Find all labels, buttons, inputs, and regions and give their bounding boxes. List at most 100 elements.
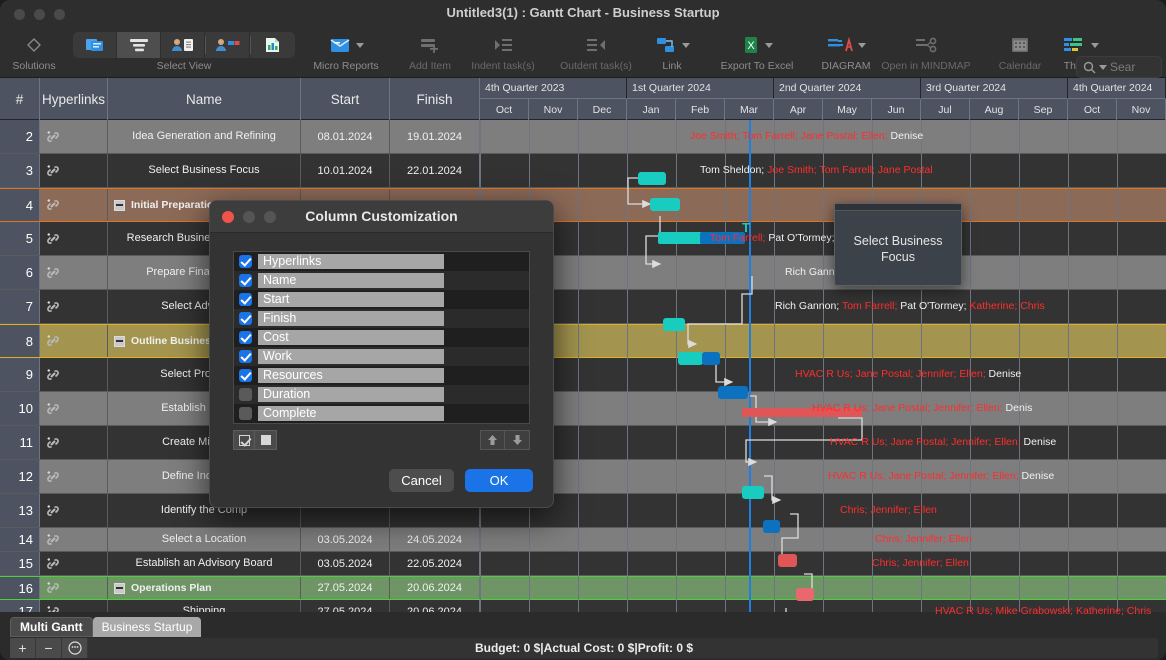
- column-checkbox[interactable]: [239, 388, 252, 401]
- chevron-down-icon[interactable]: [858, 43, 866, 48]
- deselect-all-button[interactable]: [255, 430, 277, 450]
- hyperlink-cell[interactable]: [40, 392, 108, 425]
- start-cell[interactable]: 27.05.2024: [301, 577, 390, 599]
- chevron-down-icon[interactable]: [765, 43, 773, 48]
- gantt-cell[interactable]: [480, 290, 1166, 323]
- chevron-down-icon[interactable]: [356, 43, 364, 48]
- hyperlink-cell[interactable]: [40, 600, 108, 612]
- toolbar-group-outdent[interactable]: Outdent task(s): [546, 28, 646, 78]
- hyperlink-cell[interactable]: [40, 290, 108, 323]
- diagram-icon[interactable]: [827, 28, 866, 60]
- finish-cell[interactable]: 24.05.2024: [390, 528, 480, 551]
- column-checkbox[interactable]: [239, 350, 252, 363]
- table-row[interactable]: 5Research Busine Organizations: [0, 222, 1166, 256]
- sheet-tab[interactable]: Multi Gantt: [10, 617, 93, 637]
- link-icon[interactable]: [655, 28, 690, 60]
- name-cell[interactable]: Shipping: [108, 600, 301, 612]
- view-gantt-button[interactable]: [73, 32, 117, 58]
- hyperlink-cell[interactable]: [40, 154, 108, 187]
- name-cell[interactable]: Select Business Focus: [108, 154, 301, 187]
- hyperlink-cell[interactable]: [40, 358, 108, 391]
- column-checkbox[interactable]: [239, 312, 252, 325]
- search-input[interactable]: Sear: [1076, 56, 1162, 78]
- table-row[interactable]: 8Outline Business Pl: [0, 324, 1166, 358]
- gantt-cell[interactable]: [480, 494, 1166, 527]
- toolbar-group-micro-reports[interactable]: Micro Reports: [300, 28, 392, 78]
- column-list-item[interactable]: Resources: [234, 366, 529, 385]
- gantt-cell[interactable]: [480, 600, 1166, 612]
- table-row[interactable]: 4Initial Preparation23.01.202412.03.2024: [0, 188, 1166, 222]
- table-row[interactable]: 7Select Advisors &: [0, 290, 1166, 324]
- table-row[interactable]: 2Idea Generation and Refining08.01.20241…: [0, 120, 1166, 154]
- toolbar-group-select-view[interactable]: Select View: [74, 28, 294, 78]
- finish-cell[interactable]: 22.01.2024: [390, 154, 480, 187]
- view-resource-sheet-button[interactable]: [161, 32, 205, 58]
- column-list-item[interactable]: Duration: [234, 385, 529, 404]
- sheet-tabs[interactable]: Multi GanttBusiness Startup: [10, 617, 201, 637]
- finish-cell[interactable]: 19.01.2024: [390, 120, 480, 153]
- gantt-cell[interactable]: [480, 552, 1166, 575]
- gantt-cell[interactable]: [480, 222, 1166, 255]
- table-row[interactable]: 16Operations Plan27.05.202420.06.2024: [0, 576, 1166, 600]
- view-resource-usage-button[interactable]: [206, 32, 250, 58]
- table-row[interactable]: 11Create Mission S: [0, 426, 1166, 460]
- diamond-icon[interactable]: [25, 28, 43, 60]
- hyperlink-cell[interactable]: [40, 222, 108, 255]
- column-list-item[interactable]: Complete: [234, 404, 529, 423]
- column-list-item[interactable]: Name: [234, 271, 529, 290]
- table-row[interactable]: 13Identify the Comp: [0, 494, 1166, 528]
- hyperlink-cell[interactable]: [40, 460, 108, 493]
- gantt-cell[interactable]: [480, 325, 1166, 357]
- finish-cell[interactable]: 20.06.2024: [390, 577, 480, 599]
- col-header-name[interactable]: Name: [108, 78, 301, 120]
- column-checkbox[interactable]: [239, 274, 252, 287]
- expander-icon[interactable]: [114, 200, 125, 211]
- column-list-item[interactable]: Start: [234, 290, 529, 309]
- column-list-item[interactable]: Hyperlinks: [234, 252, 529, 271]
- table-row[interactable]: 9Select Products &: [0, 358, 1166, 392]
- select-all-button[interactable]: [233, 430, 255, 450]
- column-list-item[interactable]: Cost: [234, 328, 529, 347]
- table-row[interactable]: 12Define Industry &: [0, 460, 1166, 494]
- gantt-cell[interactable]: [480, 460, 1166, 493]
- column-list-item[interactable]: Work: [234, 347, 529, 366]
- gantt-cell[interactable]: [480, 358, 1166, 391]
- start-cell[interactable]: 03.05.2024: [301, 552, 390, 575]
- view-report-button[interactable]: [251, 32, 295, 58]
- hyperlink-cell[interactable]: [40, 528, 108, 551]
- toolbar-group-solutions[interactable]: Solutions: [4, 28, 64, 78]
- start-cell[interactable]: 08.01.2024: [301, 120, 390, 153]
- col-header-finish[interactable]: Finish: [390, 78, 480, 120]
- table-row[interactable]: 10Establish Strategi: [0, 392, 1166, 426]
- finish-cell[interactable]: 22.05.2024: [390, 552, 480, 575]
- chevron-down-icon[interactable]: [1091, 43, 1099, 48]
- start-cell[interactable]: 10.01.2024: [301, 154, 390, 187]
- column-checkbox[interactable]: [239, 407, 252, 420]
- move-up-button[interactable]: [480, 430, 505, 450]
- table-row[interactable]: 6Prepare Financia Sheet: [0, 256, 1166, 290]
- col-header-hyperlinks[interactable]: Hyperlinks: [40, 78, 108, 120]
- hyperlink-cell[interactable]: [40, 189, 108, 221]
- toolbar-group-add-item[interactable]: Add Item: [398, 28, 462, 78]
- name-cell[interactable]: Idea Generation and Refining: [108, 120, 301, 153]
- hyperlink-cell[interactable]: [40, 577, 108, 599]
- chevron-down-icon[interactable]: [682, 43, 690, 48]
- hyperlink-cell[interactable]: [40, 426, 108, 459]
- start-cell[interactable]: 27.05.2024: [301, 600, 390, 612]
- cancel-button[interactable]: Cancel: [389, 469, 454, 492]
- table-row[interactable]: 17Shipping27.05.202420.06.2024: [0, 600, 1166, 612]
- name-cell[interactable]: Operations Plan: [108, 577, 301, 599]
- col-header-num[interactable]: #: [0, 78, 40, 120]
- gantt-cell[interactable]: [480, 256, 1166, 289]
- hyperlink-cell[interactable]: [40, 325, 108, 357]
- expander-icon[interactable]: [114, 583, 125, 594]
- column-list[interactable]: HyperlinksNameStartFinishCostWorkResourc…: [233, 251, 530, 424]
- column-list-item[interactable]: Finish: [234, 309, 529, 328]
- hyperlink-cell[interactable]: [40, 256, 108, 289]
- ok-button[interactable]: OK: [465, 469, 533, 492]
- finish-cell[interactable]: 20.06.2024: [390, 600, 480, 612]
- start-cell[interactable]: 03.05.2024: [301, 528, 390, 551]
- search-chevron-down-icon[interactable]: [1099, 65, 1107, 70]
- move-down-button[interactable]: [505, 430, 530, 450]
- toolbar-group-calendar[interactable]: Calendar: [986, 28, 1054, 78]
